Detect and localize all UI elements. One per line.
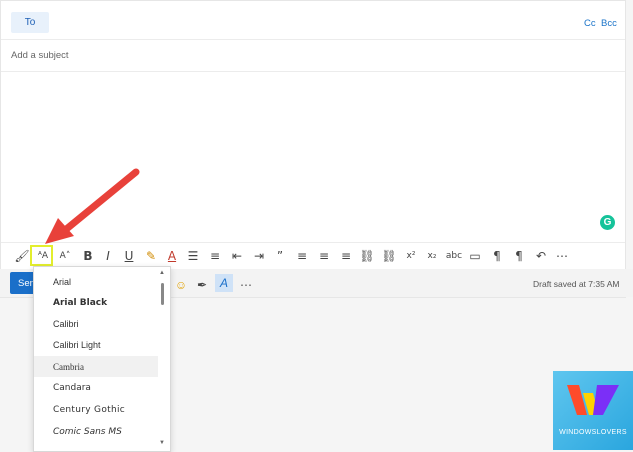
numbering-icon[interactable]: ≡ [207, 248, 223, 264]
font-button-highlight [30, 245, 53, 266]
ltr-icon[interactable]: ¶ [489, 248, 505, 264]
link-icon[interactable]: ⛓ [359, 248, 375, 264]
signature-icon[interactable]: ✒ [194, 277, 210, 293]
windowslovers-logo: WINDOWSLOVERS [553, 371, 633, 450]
quote-icon[interactable]: ” [272, 248, 288, 264]
more-icon[interactable]: ⋯ [554, 248, 570, 264]
more-options-icon[interactable]: ⋯ [238, 277, 254, 293]
italic-icon[interactable]: I [100, 248, 116, 264]
font-option-calibri-light[interactable]: Calibri Light [34, 334, 158, 355]
underline-icon[interactable]: U [121, 248, 137, 264]
grammarly-icon[interactable]: G [600, 215, 615, 230]
align-right-icon[interactable]: ≡ [338, 248, 354, 264]
clear-formatting-icon[interactable]: ▭ [467, 248, 483, 264]
to-button[interactable]: To [11, 12, 49, 33]
rtl-icon[interactable]: ¶ [511, 248, 527, 264]
font-option-calibri[interactable]: Calibri [34, 313, 158, 334]
increase-indent-icon[interactable]: ⇥ [251, 248, 267, 264]
format-painter-icon[interactable]: 🖌 [14, 248, 30, 264]
strikethrough-icon[interactable]: abc [446, 248, 462, 264]
font-option-candara[interactable]: Candara [34, 377, 158, 398]
subject-input[interactable] [11, 48, 311, 62]
font-option-arial[interactable]: Arial [34, 271, 158, 292]
bullets-icon[interactable]: ☰ [185, 248, 201, 264]
bcc-link[interactable]: Bcc [601, 18, 617, 29]
font-option-century-gothic[interactable]: Century Gothic [34, 399, 158, 420]
emoji-icon[interactable]: ☺ [173, 277, 189, 293]
decrease-indent-icon[interactable]: ⇤ [229, 248, 245, 264]
logo-text: WINDOWSLOVERS [559, 429, 627, 436]
subscript-icon[interactable]: x₂ [424, 248, 440, 264]
superscript-icon[interactable]: x² [403, 248, 419, 264]
align-center-icon[interactable]: ≡ [316, 248, 332, 264]
editor-icon[interactable]: A [215, 274, 233, 292]
font-option-arial-black[interactable]: Arial Black [34, 292, 158, 313]
scroll-up-icon[interactable]: ▲ [159, 270, 165, 276]
draft-status: Draft saved at 7:35 AM [533, 279, 620, 289]
bold-icon[interactable]: B [80, 248, 96, 264]
align-left-icon[interactable]: ≡ [294, 248, 310, 264]
cc-link[interactable]: Cc [584, 18, 596, 29]
font-option-comic-sans-ms[interactable]: Comic Sans MS [34, 421, 158, 442]
font-size-icon[interactable]: A˄ [57, 248, 73, 264]
scroll-down-icon[interactable]: ▼ [159, 440, 165, 446]
unlink-icon[interactable]: ⛓ [381, 248, 397, 264]
subject-row [1, 39, 625, 72]
highlight-icon[interactable]: ✎ [143, 248, 159, 264]
scrollbar-thumb[interactable] [161, 283, 164, 305]
to-row: To Cc Bcc [1, 1, 625, 40]
undo-icon[interactable]: ↶ [533, 248, 549, 264]
font-color-icon[interactable]: A [164, 248, 180, 264]
logo-mark-icon [567, 385, 619, 415]
font-option-cambria[interactable]: Cambria [34, 356, 158, 377]
